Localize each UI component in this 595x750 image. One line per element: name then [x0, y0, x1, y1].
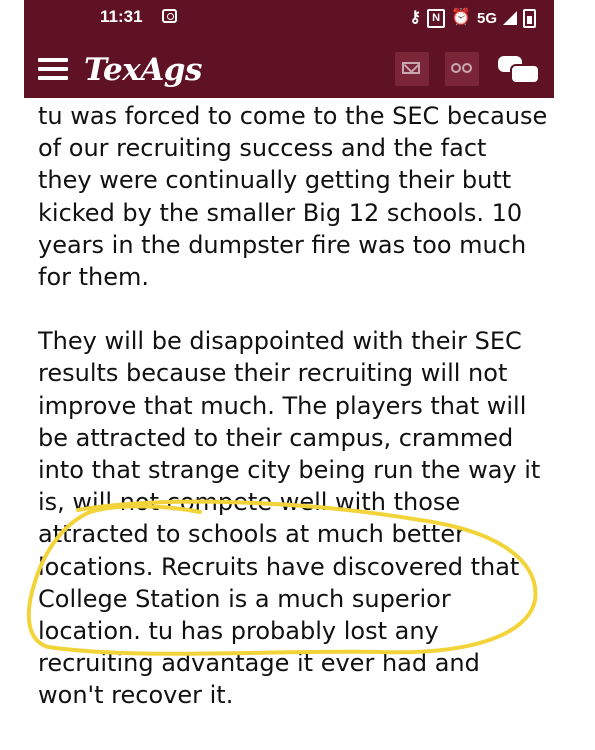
key-icon: ⚷ [409, 9, 422, 26]
text-line: locations. Recruits have discovered that [38, 552, 520, 581]
status-icons: ⚷ N ⏰ 5G [409, 5, 536, 31]
text-line: improve that much. The players that will [38, 391, 527, 420]
media-notification-icon [162, 9, 177, 23]
text-line: kicked by the smaller Big 12 schools. 10 [38, 198, 523, 227]
text-line: of our recruiting success and the fact [38, 134, 487, 163]
text-line: years in the dumpster fire was too much [38, 230, 527, 259]
text-line: recruiting advantage it ever had and [38, 649, 480, 678]
text-line: they were continually getting their butt [38, 166, 512, 195]
post-body: tu was forced to come to the SEC because… [38, 100, 558, 712]
network-label: 5G [476, 9, 497, 27]
text-line: into that strange city being run the way… [38, 456, 541, 485]
mail-icon[interactable] [395, 52, 429, 86]
post-paragraph-2: They will be disappointed with their SEC… [38, 325, 558, 711]
alarm-icon: ⏰ [451, 9, 471, 26]
text-line: be attracted to their campus, crammed [38, 423, 514, 452]
text-line: location. tu has probably lost any [38, 617, 439, 646]
text-line: attracted to schools at much better [38, 520, 465, 549]
text-line: is, will not compete well with those [38, 488, 461, 517]
text-line: won't recover it. [38, 681, 234, 710]
chat-icon[interactable] [498, 54, 540, 86]
status-bar: 11:31 ⚷ N ⏰ 5G [24, 0, 554, 40]
app-navbar: TexAgs [24, 40, 554, 98]
texags-logo[interactable]: TexAgs [84, 52, 202, 88]
battery-icon [523, 8, 536, 28]
text-line: tu was forced to come to the SEC because [38, 102, 548, 130]
text-line: College Station is a much superior [38, 584, 451, 613]
text-line: They will be disappointed with their SEC [38, 327, 522, 356]
menu-icon[interactable] [38, 58, 68, 80]
text-line: results because their recruiting will no… [38, 359, 508, 388]
signal-icon [503, 11, 517, 25]
status-time: 11:31 [100, 7, 143, 26]
binoculars-icon[interactable] [445, 52, 479, 86]
nfc-icon: N [427, 8, 446, 28]
post-paragraph-1: tu was forced to come to the SEC because… [38, 100, 558, 293]
text-line: for them. [38, 263, 150, 292]
